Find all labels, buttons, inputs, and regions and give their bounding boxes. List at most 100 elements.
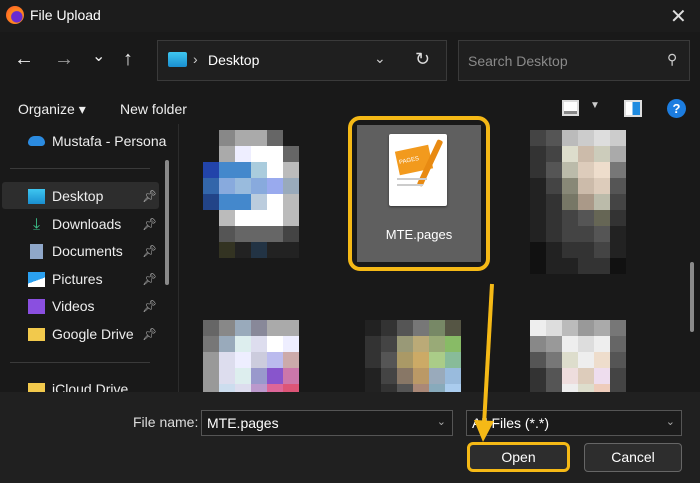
thumbnail-pixel (235, 146, 251, 162)
chevron-down-icon[interactable]: ⌄ (666, 415, 675, 428)
thumbnail-pixel (445, 368, 461, 384)
sidebar-item-documents[interactable]: Documents (28, 241, 123, 261)
thumbnail-pixel (578, 146, 594, 162)
footer-panel: File name: MTE.pages ⌄ All Files (*.*) ⌄ O… (0, 392, 700, 483)
thumbnail-pixel (530, 368, 546, 384)
thumbnail-pixel (365, 336, 381, 352)
thumbnail-pixel (203, 178, 219, 194)
thumbnail-pixel (445, 336, 461, 352)
thumbnail-pixel (610, 146, 626, 162)
thumbnail-pixel (578, 368, 594, 384)
pin-icon[interactable]: 📌︎ (142, 299, 157, 313)
thumbnail-pixel (546, 242, 562, 258)
thumbnail-pixel (251, 368, 267, 384)
sidebar-item-desktop[interactable]: Desktop (28, 186, 103, 206)
file-name-input[interactable]: MTE.pages ⌄ (201, 410, 453, 436)
up-button[interactable]: ↑ (123, 48, 133, 71)
forward-button[interactable]: → (54, 48, 74, 71)
file-thumbnail[interactable] (203, 130, 299, 258)
thumbnail-pixel (530, 194, 546, 210)
preview-pane-icon[interactable] (624, 100, 642, 117)
thumbnail-pixel (578, 194, 594, 210)
cancel-button[interactable]: Cancel (584, 443, 682, 472)
thumbnail-pixel (562, 210, 578, 226)
file-thumbnail[interactable] (365, 320, 461, 400)
file-thumbnail[interactable] (530, 130, 626, 274)
view-options-icon[interactable] (562, 100, 579, 116)
thumbnail-pixel (267, 210, 283, 226)
file-item-selected[interactable]: PAGES MTE.pages (348, 116, 490, 271)
thumbnail-pixel (283, 146, 299, 162)
open-button[interactable]: Open (467, 442, 570, 472)
thumbnail-pixel (203, 368, 219, 384)
sidebar-item-label: Mustafa - Persona (52, 133, 167, 149)
thumbnail-pixel (578, 336, 594, 352)
sidebar-scrollbar[interactable] (165, 160, 169, 285)
chevron-down-icon[interactable]: ⌄ (374, 50, 386, 67)
search-input[interactable]: Search Desktop ⚲ (458, 40, 690, 81)
thumbnail-pixel (203, 162, 219, 178)
sidebar-item-pictures[interactable]: Pictures (28, 269, 103, 289)
thumbnail-pixel (610, 258, 626, 274)
file-type-select[interactable]: All Files (*.*) ⌄ (466, 410, 682, 436)
thumbnail-pixel (594, 194, 610, 210)
close-icon[interactable]: ✕ (670, 4, 687, 29)
thumbnail-pixel (578, 178, 594, 194)
sidebar-item-videos[interactable]: Videos (28, 296, 95, 316)
thumbnail-pixel (413, 336, 429, 352)
thumbnail-pixel (610, 336, 626, 352)
thumbnail-pixel (413, 320, 429, 336)
thumbnail-pixel (235, 352, 251, 368)
sidebar-item-downloads[interactable]: ⤓ Downloads (28, 214, 121, 234)
search-placeholder: Search Desktop (468, 53, 568, 69)
sidebar-item-onedrive[interactable]: Mustafa - Persona (28, 131, 166, 151)
refresh-button[interactable]: ↻ (415, 49, 430, 70)
thumbnail-pixel (219, 242, 235, 258)
thumbnail-pixel (562, 336, 578, 352)
thumbnail-pixel (594, 178, 610, 194)
thumbnail-pixel (283, 320, 299, 336)
breadcrumb-desktop[interactable]: Desktop (208, 52, 259, 68)
help-icon[interactable]: ? (667, 99, 686, 118)
content-scrollbar[interactable] (690, 262, 694, 332)
thumbnail-pixel (251, 210, 267, 226)
pin-icon[interactable]: 📌︎ (142, 244, 157, 258)
file-thumbnail[interactable] (203, 320, 299, 400)
thumbnail-pixel (429, 368, 445, 384)
thumbnail-pixel (445, 320, 461, 336)
new-folder-button[interactable]: New folder (120, 101, 187, 117)
pin-icon[interactable]: 📌︎ (142, 217, 157, 231)
thumbnail-pixel (562, 194, 578, 210)
thumbnail-pixel (546, 146, 562, 162)
address-bar[interactable]: › Desktop ⌄ ↻ (157, 40, 447, 81)
thumbnail-pixel (546, 258, 562, 274)
back-button[interactable]: ← (14, 48, 34, 71)
view-dropdown-icon[interactable]: ▼ (590, 100, 600, 111)
thumbnail-pixel (530, 336, 546, 352)
sidebar-item-google-drive[interactable]: Google Drive (28, 324, 134, 344)
thumbnail-pixel (610, 242, 626, 258)
thumbnail-pixel (251, 146, 267, 162)
thumbnail-pixel (381, 368, 397, 384)
thumbnail-pixel (397, 320, 413, 336)
thumbnail-pixel (610, 130, 626, 146)
file-name-label: File name: (133, 414, 199, 430)
pin-icon[interactable]: 📌︎ (142, 327, 157, 341)
thumbnail-pixel (546, 130, 562, 146)
folder-icon (28, 327, 45, 341)
thumbnail-pixel (530, 320, 546, 336)
thumbnail-pixel (610, 178, 626, 194)
pin-icon[interactable]: 📌︎ (142, 189, 157, 203)
file-name-value: MTE.pages (207, 415, 279, 431)
pin-icon[interactable]: 📌︎ (142, 272, 157, 286)
recent-locations-button[interactable]: ⌄ (92, 46, 105, 66)
chevron-down-icon[interactable]: ⌄ (437, 415, 446, 428)
thumbnail-pixel (610, 368, 626, 384)
thumbnail-pixel (594, 336, 610, 352)
file-thumbnail[interactable] (530, 320, 626, 400)
organize-menu[interactable]: Organize ▾ (18, 101, 86, 118)
thumbnail-pixel (546, 336, 562, 352)
thumbnail-pixel (578, 320, 594, 336)
thumbnail-pixel (546, 210, 562, 226)
firefox-icon (6, 6, 24, 24)
